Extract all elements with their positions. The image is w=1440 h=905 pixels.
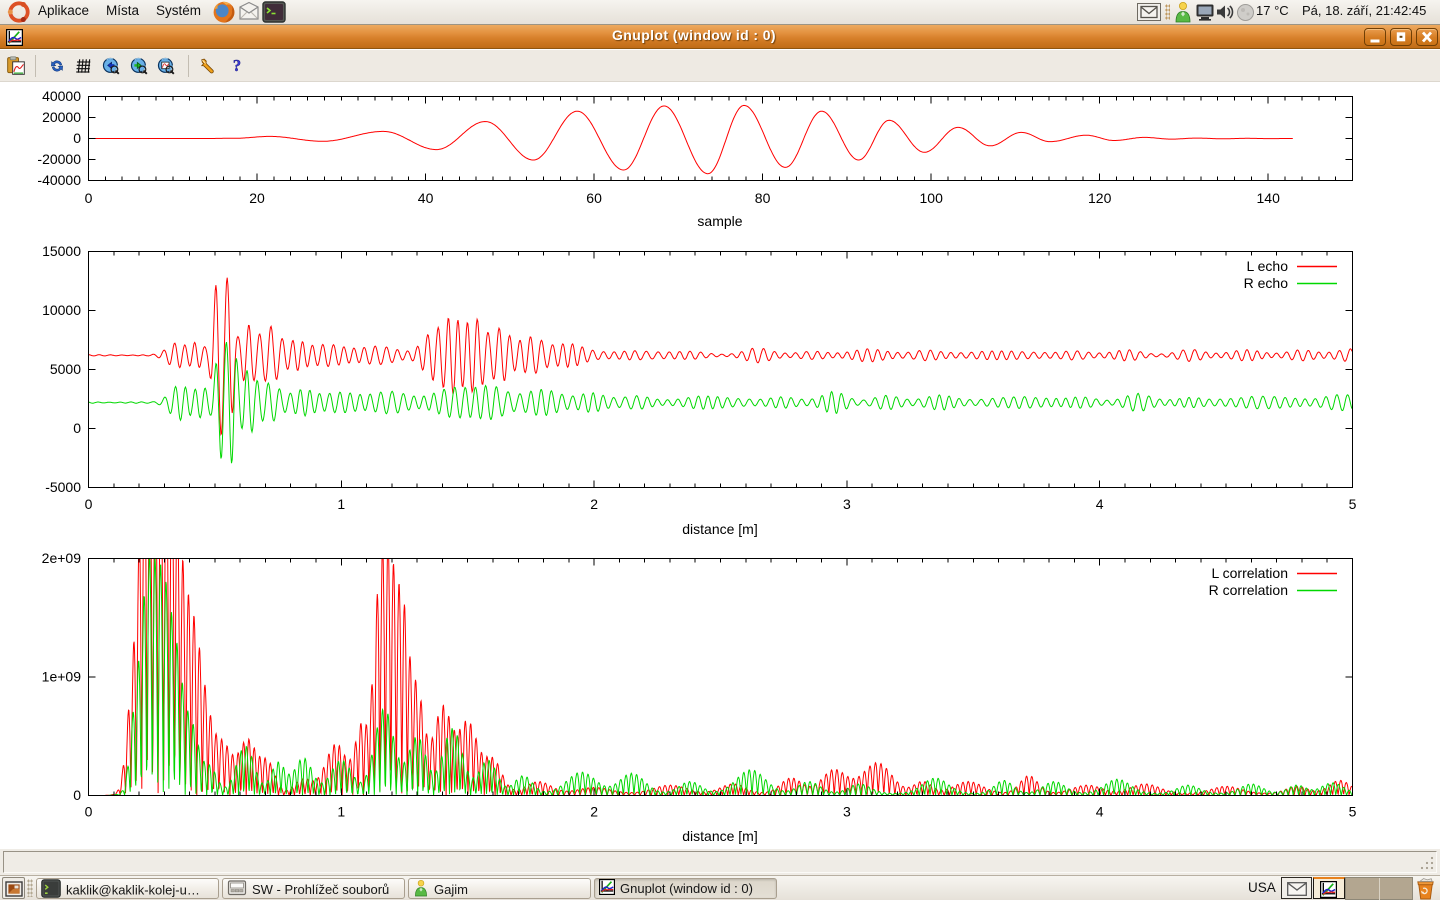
svg-text:40: 40 (418, 190, 434, 206)
svg-text:1: 1 (337, 804, 345, 820)
svg-text:-40000: -40000 (37, 172, 81, 188)
svg-text:0: 0 (73, 787, 81, 803)
svg-text:0: 0 (85, 496, 93, 512)
svg-text:20000: 20000 (42, 109, 81, 125)
svg-text:2: 2 (590, 804, 598, 820)
svg-text:-5000: -5000 (45, 479, 81, 495)
svg-text:L correlation: L correlation (1211, 565, 1288, 581)
svg-text:100: 100 (920, 190, 944, 206)
svg-text:5: 5 (1349, 804, 1357, 820)
svg-text:5000: 5000 (50, 361, 81, 377)
svg-text:2e+09: 2e+09 (42, 550, 82, 566)
svg-text:?: ? (233, 56, 241, 75)
svg-text:120: 120 (1088, 190, 1112, 206)
svg-text:0: 0 (73, 420, 81, 436)
svg-text:R echo: R echo (1244, 275, 1289, 291)
svg-text:140: 140 (1257, 190, 1281, 206)
svg-text:sample: sample (697, 213, 742, 229)
svg-text:4: 4 (1096, 804, 1104, 820)
svg-text:10000: 10000 (42, 302, 81, 318)
svg-text:60: 60 (586, 190, 602, 206)
svg-text:3: 3 (843, 804, 851, 820)
svg-text:20: 20 (249, 190, 265, 206)
svg-text:2: 2 (590, 496, 598, 512)
svg-text:4: 4 (1096, 496, 1104, 512)
svg-text:0: 0 (73, 130, 81, 146)
svg-text:40000: 40000 (42, 88, 81, 104)
svg-text:0: 0 (85, 804, 93, 820)
svg-text:3: 3 (843, 496, 851, 512)
svg-text:L echo: L echo (1246, 258, 1288, 274)
svg-text:distance [m]: distance [m] (682, 828, 757, 844)
svg-text:R correlation: R correlation (1209, 582, 1288, 598)
svg-text:80: 80 (755, 190, 771, 206)
svg-text:1: 1 (337, 496, 345, 512)
svg-text:1e+09: 1e+09 (42, 669, 82, 685)
svg-text:0: 0 (85, 190, 93, 206)
svg-text:distance [m]: distance [m] (682, 521, 757, 537)
svg-text:5: 5 (1349, 496, 1357, 512)
svg-text:15000: 15000 (42, 243, 81, 259)
svg-text:-20000: -20000 (37, 151, 81, 167)
